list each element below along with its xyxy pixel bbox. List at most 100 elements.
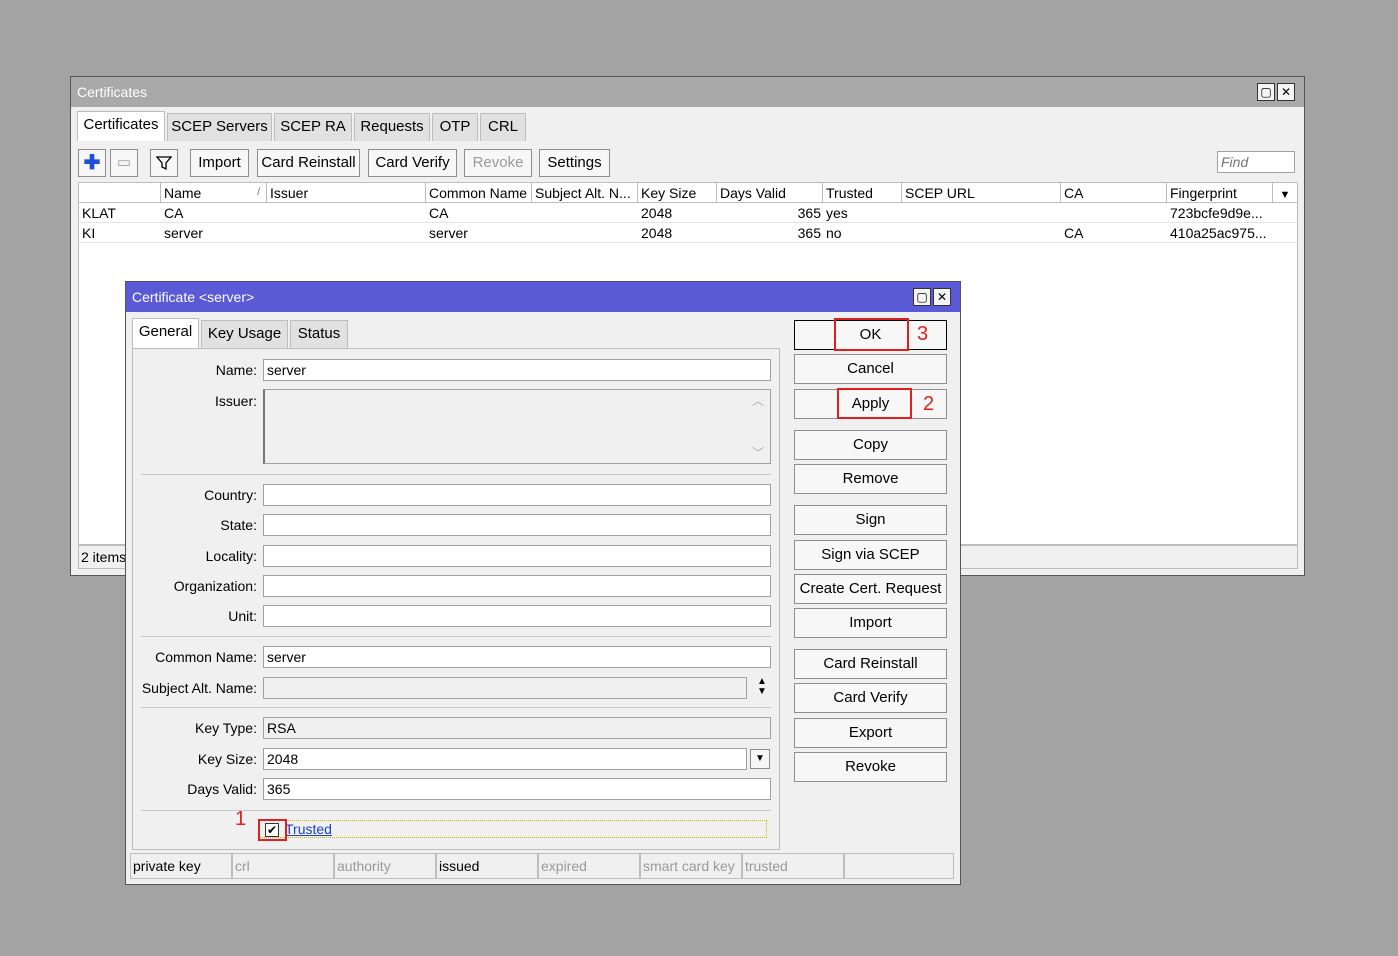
column-header-name[interactable]: Name / xyxy=(161,183,267,203)
close-icon[interactable]: ✕ xyxy=(1277,83,1295,101)
status-expired: expired xyxy=(538,853,640,879)
subject-alt-name-field[interactable] xyxy=(263,677,747,699)
common-name-label: Common Name: xyxy=(155,649,257,665)
card-verify-button[interactable]: Card Verify xyxy=(368,149,457,177)
column-header-days-valid[interactable]: Days Valid xyxy=(717,183,823,203)
dialog-title: Certificate <server> xyxy=(132,289,255,305)
annotation-3: 3 xyxy=(917,323,929,345)
trusted-label[interactable]: Trusted xyxy=(285,821,332,837)
certificate-dialog: Certificate <server> ▢ ✕ General Key Usa… xyxy=(125,281,961,885)
status-empty xyxy=(844,853,954,879)
settings-button[interactable]: Settings xyxy=(539,149,610,177)
locality-label: Locality: xyxy=(205,548,257,564)
key-type-label: Key Type: xyxy=(194,720,257,736)
maximize-icon[interactable]: ▢ xyxy=(913,288,931,306)
common-name-field[interactable]: server xyxy=(263,646,771,668)
table-row[interactable]: KI server server 2048 365 no CA 410a25ac… xyxy=(79,223,1297,243)
revoke-button[interactable]: Revoke xyxy=(794,752,947,782)
annotation-1: 1 xyxy=(235,808,247,830)
find-input[interactable] xyxy=(1217,151,1295,173)
name-field[interactable]: server xyxy=(263,359,771,381)
remove-button[interactable]: Remove xyxy=(794,464,947,494)
import-button[interactable]: Import xyxy=(190,149,249,177)
organization-label: Organization: xyxy=(173,578,257,594)
tab-certificates[interactable]: Certificates xyxy=(77,111,165,141)
key-size-label: Key Size: xyxy=(197,751,257,767)
card-reinstall-button[interactable]: Card Reinstall xyxy=(257,149,360,177)
unit-field[interactable] xyxy=(263,605,771,627)
issuer-textarea[interactable]: ︿ ﹀ xyxy=(263,389,771,464)
sort-indicator: / xyxy=(257,187,260,198)
trusted-highlight xyxy=(258,819,287,841)
export-button[interactable]: Export xyxy=(794,718,947,748)
add-button[interactable]: ✚ xyxy=(78,149,106,177)
scroll-down-icon[interactable]: ﹀ xyxy=(752,444,764,461)
main-tabs: Certificates SCEP Servers SCEP RA Reques… xyxy=(77,111,577,141)
locality-field[interactable] xyxy=(263,545,771,567)
column-header-common-name[interactable]: Common Name xyxy=(426,183,532,203)
column-header-subject-alt[interactable]: Subject Alt. N... xyxy=(532,183,638,203)
scroll-up-icon[interactable]: ︿ xyxy=(752,392,764,409)
sign-button[interactable]: Sign xyxy=(794,505,947,535)
column-header-scep-url[interactable]: SCEP URL xyxy=(902,183,1061,203)
column-header-trusted[interactable]: Trusted xyxy=(823,183,902,203)
status-issued: issued xyxy=(436,853,538,879)
close-icon[interactable]: ✕ xyxy=(933,288,951,306)
certificates-title-bar[interactable]: Certificates ▢ ✕ xyxy=(71,77,1304,107)
sign-via-scep-button[interactable]: Sign via SCEP xyxy=(794,540,947,570)
separator xyxy=(141,474,771,475)
column-header-ca[interactable]: CA xyxy=(1061,183,1167,203)
card-verify-button[interactable]: Card Verify xyxy=(794,683,947,713)
revoke-button[interactable]: Revoke xyxy=(464,149,532,177)
minus-icon: ▭ xyxy=(116,154,132,171)
cancel-button[interactable]: Cancel xyxy=(794,354,947,384)
remove-button[interactable]: ▭ xyxy=(110,149,138,177)
column-chooser[interactable]: ▼ xyxy=(1273,183,1297,203)
trusted-checkbox-row[interactable]: ✔ Trusted xyxy=(259,820,767,838)
status-trusted: trusted xyxy=(742,853,844,879)
annotation-2: 2 xyxy=(923,393,935,415)
maximize-icon[interactable]: ▢ xyxy=(1257,83,1275,101)
days-valid-field[interactable]: 365 xyxy=(263,778,771,800)
tab-key-usage[interactable]: Key Usage xyxy=(201,320,288,348)
tab-status[interactable]: Status xyxy=(290,320,348,348)
issuer-label: Issuer: xyxy=(214,393,257,409)
filter-button[interactable] xyxy=(150,149,178,177)
column-header-issuer[interactable]: Issuer xyxy=(267,183,426,203)
separator xyxy=(141,636,771,637)
sort-updown-icon[interactable]: ▲ ▼ xyxy=(753,677,771,699)
dialog-tabs: General Key Usage Status xyxy=(132,318,432,348)
tab-scep-servers[interactable]: SCEP Servers xyxy=(167,113,272,141)
filter-icon xyxy=(155,156,173,171)
tab-scep-ra[interactable]: SCEP RA xyxy=(274,113,352,141)
column-header-key-size[interactable]: Key Size xyxy=(638,183,717,203)
tab-crl[interactable]: CRL xyxy=(480,113,526,141)
days-valid-label: Days Valid: xyxy=(187,781,257,797)
column-header-flags[interactable] xyxy=(79,183,161,203)
state-label: State: xyxy=(220,517,257,533)
chevron-down-icon: ▼ xyxy=(1279,189,1291,201)
dialog-title-bar[interactable]: Certificate <server> ▢ ✕ xyxy=(126,282,960,312)
card-reinstall-button[interactable]: Card Reinstall xyxy=(794,649,947,679)
status-authority: authority xyxy=(334,853,436,879)
subject-alt-name-label: Subject Alt. Name: xyxy=(141,680,257,696)
copy-button[interactable]: Copy xyxy=(794,430,947,460)
import-button[interactable]: Import xyxy=(794,608,947,638)
create-cert-request-button[interactable]: Create Cert. Request xyxy=(794,574,947,604)
tab-general[interactable]: General xyxy=(132,318,199,348)
organization-field[interactable] xyxy=(263,575,771,597)
ok-highlight xyxy=(834,318,909,351)
dropdown-arrow-icon[interactable]: ▼ xyxy=(750,749,770,769)
apply-highlight xyxy=(837,388,912,419)
state-field[interactable] xyxy=(263,514,771,536)
tab-otp[interactable]: OTP xyxy=(432,113,478,141)
key-type-field: RSA xyxy=(263,717,771,739)
key-size-select[interactable]: 2048 xyxy=(263,748,747,770)
name-label: Name: xyxy=(215,362,257,378)
table-row[interactable]: KLAT CA CA 2048 365 yes 723bcfe9d9e... xyxy=(79,203,1297,223)
tab-requests[interactable]: Requests xyxy=(354,113,430,141)
unit-label: Unit: xyxy=(228,608,257,624)
column-header-fingerprint[interactable]: Fingerprint xyxy=(1167,183,1273,203)
country-field[interactable] xyxy=(263,484,771,506)
status-smart-card-key: smart card key xyxy=(640,853,742,879)
